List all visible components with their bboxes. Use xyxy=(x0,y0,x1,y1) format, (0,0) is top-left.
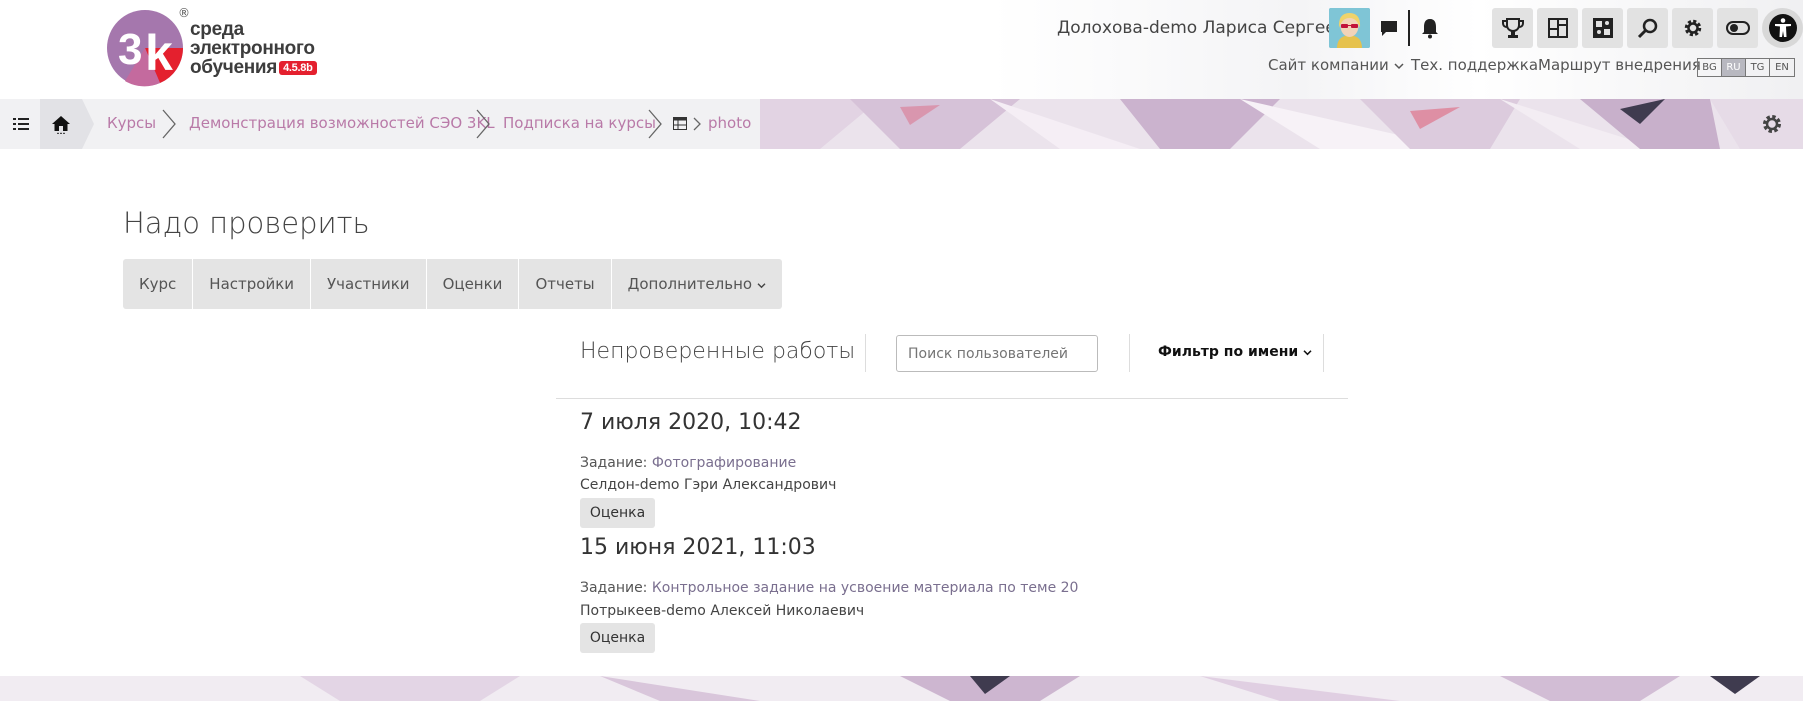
breadcrumb-chevron-icon xyxy=(648,109,662,139)
decorative-footer xyxy=(0,676,1803,701)
logo-line-1: среда xyxy=(190,19,244,40)
tab-grades[interactable]: Оценки xyxy=(427,259,520,309)
version-badge: 4.5.8b xyxy=(279,61,317,75)
bell-icon[interactable] xyxy=(1418,14,1442,42)
table-icon xyxy=(673,117,687,130)
tab-more-label: Дополнительно xyxy=(627,275,753,293)
logo-3k-icon: 3 k xyxy=(107,10,184,87)
tab-settings[interactable]: Настройки xyxy=(193,259,312,309)
chevron-down-icon xyxy=(1394,63,1404,70)
accessibility-button[interactable] xyxy=(1762,8,1803,48)
divider xyxy=(865,334,866,372)
logo-line-3: обучения 4.5.8b xyxy=(190,58,317,77)
accessibility-icon xyxy=(1768,14,1797,42)
nav-drawer-toggle[interactable] xyxy=(8,111,34,137)
settings-button[interactable] xyxy=(1672,8,1713,48)
dashboard-icon xyxy=(1547,18,1568,38)
submission-date: 7 июля 2020, 10:42 xyxy=(580,410,802,435)
search-icon xyxy=(1637,18,1657,39)
task-prefix: Задание: xyxy=(580,580,648,596)
task-link[interactable]: Фотографирование xyxy=(652,455,796,471)
logo-line-3-text: обучения xyxy=(190,57,278,78)
section-divider xyxy=(556,398,1348,399)
company-site-label: Сайт компании xyxy=(1268,56,1389,74)
search-button[interactable] xyxy=(1627,8,1668,48)
course-tabs: Курс Настройки Участники Оценки Отчеты Д… xyxy=(123,259,782,309)
logo-line-2: электронного xyxy=(190,38,315,59)
trophy-icon xyxy=(1501,18,1524,38)
submission-task: Задание: Фотографирование xyxy=(580,455,796,471)
svg-text:3: 3 xyxy=(118,25,142,74)
lang-bg[interactable]: BG xyxy=(1698,59,1722,76)
page-settings-icon[interactable] xyxy=(1760,112,1784,136)
name-filter-label: Фильтр по имени xyxy=(1158,344,1299,360)
list-icon xyxy=(13,118,29,130)
section-title: Непроверенные работы xyxy=(580,339,856,364)
trophy-button[interactable] xyxy=(1492,8,1533,48)
svg-text:k: k xyxy=(145,25,173,81)
gear-icon xyxy=(1684,19,1701,37)
dashboard-button[interactable] xyxy=(1537,8,1578,48)
small-chevron-icon xyxy=(693,117,701,131)
puzzle-icon xyxy=(1592,18,1613,38)
divider xyxy=(1129,334,1130,372)
user-search-input[interactable] xyxy=(896,335,1098,372)
divider xyxy=(1323,334,1324,372)
submission-student: Потрыкеев-demo Алексей Николаевич xyxy=(580,603,865,619)
submission-student: Селдон-demo Гэри Александрович xyxy=(580,477,837,493)
theme-toggle-button[interactable] xyxy=(1717,8,1758,48)
breadcrumb-chevron-icon xyxy=(162,109,176,139)
avatar-image xyxy=(1329,8,1370,48)
breadcrumb-chevron-icon xyxy=(476,109,490,139)
support-link[interactable]: Тех. поддержка xyxy=(1411,56,1538,74)
breadcrumb-bar: Курсы Демонстрация возможностей СЭО 3KL … xyxy=(0,99,1803,149)
chevron-down-icon xyxy=(1303,350,1312,356)
home-button[interactable] xyxy=(40,99,82,149)
home-tab-tip xyxy=(82,99,94,149)
header-divider xyxy=(1408,10,1410,46)
route-link[interactable]: Маршрут внедрения xyxy=(1538,56,1701,74)
company-site-menu[interactable]: Сайт компании xyxy=(1268,56,1404,74)
language-switcher: BG RU TG EN xyxy=(1697,58,1795,77)
tab-reports[interactable]: Отчеты xyxy=(519,259,612,309)
lang-en[interactable]: EN xyxy=(1770,59,1794,76)
breadcrumb-current[interactable]: photo xyxy=(708,114,751,132)
submission-task: Задание: Контрольное задание на усвоение… xyxy=(580,580,1078,596)
chat-icon[interactable] xyxy=(1377,14,1401,42)
tab-more[interactable]: Дополнительно xyxy=(612,259,782,309)
name-filter-dropdown[interactable]: Фильтр по имени xyxy=(1158,344,1312,360)
breadcrumb-courses[interactable]: Курсы xyxy=(107,114,156,132)
breadcrumb-section[interactable]: Подписка на курсы xyxy=(503,114,656,132)
chevron-down-icon xyxy=(757,283,766,289)
page: 3 k ® среда электронного обучения 4.5.8b … xyxy=(0,0,1803,701)
page-title: Надо проверить xyxy=(123,206,370,240)
site-header: 3 k ® среда электронного обучения 4.5.8b … xyxy=(0,0,1803,99)
lang-ru[interactable]: RU xyxy=(1722,59,1746,76)
tab-participants[interactable]: Участники xyxy=(311,259,427,309)
home-icon xyxy=(52,116,70,134)
breadcrumb-course[interactable]: Демонстрация возможностей СЭО 3KL xyxy=(189,114,495,132)
puzzle-button[interactable] xyxy=(1582,8,1623,48)
logo-text: среда электронного обучения 4.5.8b xyxy=(190,20,317,77)
user-name[interactable]: Долохова-demo Лариса Сергеевна xyxy=(1057,18,1367,38)
registered-mark: ® xyxy=(178,6,190,20)
task-prefix: Задание: xyxy=(580,455,648,471)
logo[interactable]: 3 k ® среда электронного обучения 4.5.8b xyxy=(105,6,325,92)
toggle-icon xyxy=(1725,21,1750,35)
submission-date: 15 июня 2021, 11:03 xyxy=(580,535,816,560)
grade-button[interactable]: Оценка xyxy=(580,498,655,528)
grade-button[interactable]: Оценка xyxy=(580,623,655,653)
tab-course[interactable]: Курс xyxy=(123,259,194,309)
avatar[interactable] xyxy=(1329,8,1370,48)
task-link[interactable]: Контрольное задание на усвоение материал… xyxy=(652,580,1079,596)
lang-tg[interactable]: TG xyxy=(1746,59,1770,76)
decorative-banner xyxy=(760,99,1803,149)
